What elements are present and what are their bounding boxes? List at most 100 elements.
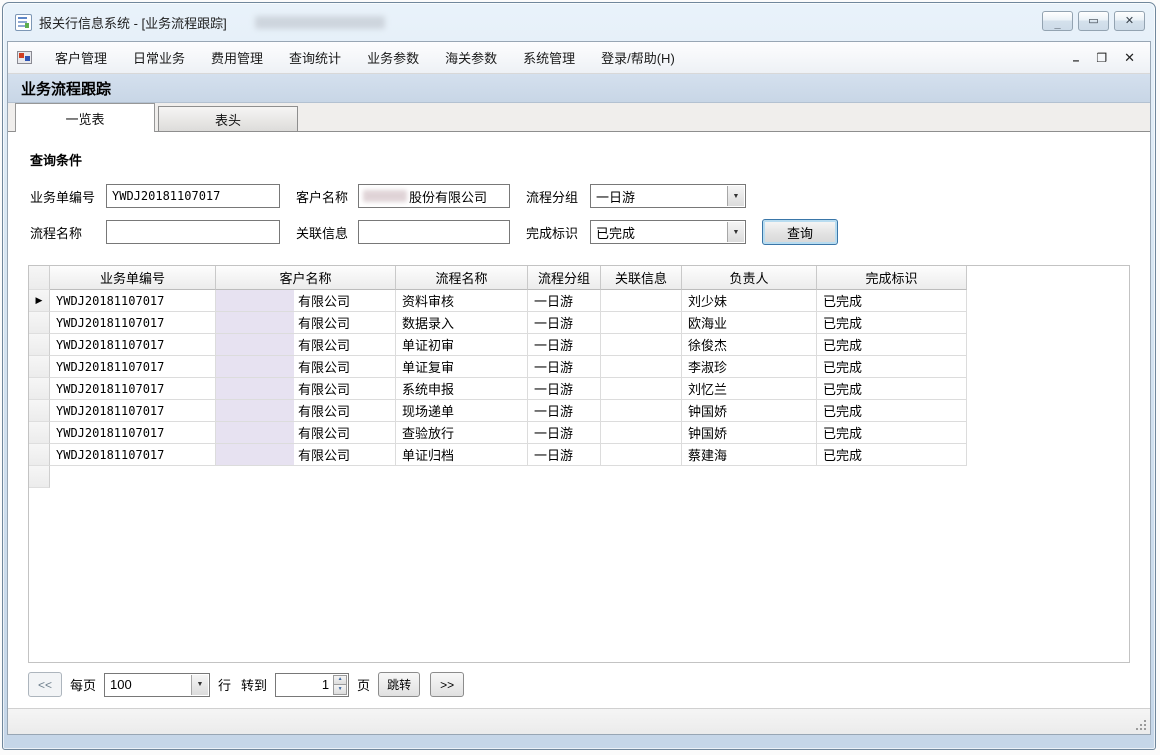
menu-items: 客户管理日常业务费用管理查询统计业务参数海关参数系统管理登录/帮助(H) (42, 46, 688, 70)
mdi-restore-button[interactable]: ❐ (1096, 52, 1107, 64)
complete-flag-label: 完成标识 (526, 223, 590, 242)
page-size-select[interactable]: 100 ▼ (104, 673, 210, 697)
query-button[interactable]: 查询 (762, 219, 838, 245)
complete-flag-select[interactable]: 已完成 ▼ (590, 220, 746, 244)
close-icon: ✕ (1125, 16, 1134, 27)
cell-owner: 刘少妹 (682, 290, 817, 312)
table-row[interactable]: YWDJ20181107017 有限公司 系统申报 一日游 刘忆兰 已完成 (29, 378, 1129, 400)
cell-group: 一日游 (528, 422, 601, 444)
cell-group: 一日游 (528, 334, 601, 356)
chevron-down-icon[interactable]: ▼ (191, 675, 208, 695)
column-header-business-no[interactable]: 业务单编号 (50, 266, 216, 290)
column-header-status[interactable]: 完成标识 (817, 266, 967, 290)
prev-page-button[interactable]: << (28, 672, 62, 697)
redacted-customer-name (216, 312, 294, 333)
page-number-input[interactable] (276, 674, 332, 696)
cell-customer: 有限公司 (216, 422, 396, 444)
column-header-group[interactable]: 流程分组 (528, 266, 601, 290)
menubar: 客户管理日常业务费用管理查询统计业务参数海关参数系统管理登录/帮助(H) – ❐… (8, 42, 1150, 74)
cell-group: 一日游 (528, 312, 601, 334)
cell-status: 已完成 (817, 444, 967, 466)
column-header-process[interactable]: 流程名称 (396, 266, 528, 290)
menu-item-4[interactable]: 业务参数 (354, 46, 432, 70)
customer-suffix: 有限公司 (298, 423, 350, 442)
table-row[interactable]: YWDJ20181107017 有限公司 查验放行 一日游 钟国娇 已完成 (29, 422, 1129, 444)
column-header-customer[interactable]: 客户名称 (216, 266, 396, 290)
cell-related (601, 400, 682, 422)
complete-flag-value: 已完成 (596, 223, 635, 242)
row-selector[interactable] (29, 466, 50, 488)
column-header-related[interactable]: 关联信息 (601, 266, 682, 290)
row-selector[interactable] (29, 356, 50, 378)
cell-status: 已完成 (817, 290, 967, 312)
row-selector[interactable] (29, 422, 50, 444)
menu-item-1[interactable]: 日常业务 (120, 46, 198, 70)
minimize-button[interactable]: _ (1042, 11, 1073, 31)
redacted-customer-name (216, 356, 294, 377)
cell-owner: 欧海业 (682, 312, 817, 334)
table-row[interactable]: YWDJ20181107017 有限公司 现场递单 一日游 钟国娇 已完成 (29, 400, 1129, 422)
chevron-down-icon[interactable]: ▼ (727, 186, 744, 206)
cell-related (601, 312, 682, 334)
related-info-input[interactable] (359, 221, 509, 243)
table-row[interactable]: YWDJ20181107017 有限公司 单证初审 一日游 徐俊杰 已完成 (29, 334, 1129, 356)
resize-grip-icon[interactable] (1144, 728, 1146, 730)
close-button[interactable]: ✕ (1114, 11, 1145, 31)
pagination-bar: << 每页 100 ▼ 行 转到 ▲ ▼ 页 跳转 >> (28, 672, 1130, 697)
column-header-owner[interactable]: 负责人 (682, 266, 817, 290)
menu-item-2[interactable]: 费用管理 (198, 46, 276, 70)
customer-name-input[interactable]: 股份有限公司 (358, 184, 510, 208)
row-selector[interactable] (29, 378, 50, 400)
cell-group: 一日游 (528, 444, 601, 466)
tab-header[interactable]: 表头 (158, 106, 298, 131)
cell-process: 系统申报 (396, 378, 528, 400)
cell-owner: 钟国娇 (682, 422, 817, 444)
related-info-field-box (358, 220, 510, 244)
grid-header-row: 业务单编号 客户名称 流程名称 流程分组 关联信息 负责人 完成标识 (29, 266, 1129, 290)
redacted-customer-name (216, 334, 294, 355)
process-group-select[interactable]: 一日游 ▼ (590, 184, 746, 208)
row-selector-current[interactable]: ▶ (29, 290, 50, 312)
row-selector[interactable] (29, 444, 50, 466)
menu-item-3[interactable]: 查询统计 (276, 46, 354, 70)
content-area: 查询条件 业务单编号 客户名称 股份有限公司 流程分组 一日游 ▼ 流程名称 (8, 132, 1150, 708)
mdi-child-icon[interactable] (17, 51, 32, 64)
cell-customer: 有限公司 (216, 334, 396, 356)
business-no-label: 业务单编号 (30, 187, 106, 206)
cell-status: 已完成 (817, 356, 967, 378)
jump-button[interactable]: 跳转 (378, 672, 420, 697)
table-row[interactable]: YWDJ20181107017 有限公司 单证复审 一日游 李淑珍 已完成 (29, 356, 1129, 378)
cell-business-no: YWDJ20181107017 (50, 334, 216, 356)
row-selector[interactable] (29, 334, 50, 356)
table-row[interactable]: YWDJ20181107017 有限公司 单证归档 一日游 蔡建海 已完成 (29, 444, 1129, 466)
cell-related (601, 444, 682, 466)
menu-item-6[interactable]: 系统管理 (510, 46, 588, 70)
row-selector[interactable] (29, 312, 50, 334)
next-page-button[interactable]: >> (430, 672, 464, 697)
cell-business-no: YWDJ20181107017 (50, 290, 216, 312)
customer-suffix: 有限公司 (298, 379, 350, 398)
table-row[interactable]: ▶ YWDJ20181107017 有限公司 资料审核 一日游 刘少妹 已完成 (29, 290, 1129, 312)
business-no-input[interactable] (107, 185, 279, 207)
cell-business-no: YWDJ20181107017 (50, 312, 216, 334)
tab-overview[interactable]: 一览表 (15, 103, 155, 132)
spin-down-icon[interactable]: ▼ (333, 685, 347, 695)
process-group-value: 一日游 (596, 187, 635, 206)
process-name-input[interactable] (107, 221, 279, 243)
menu-item-7[interactable]: 登录/帮助(H) (588, 46, 688, 70)
mdi-minimize-button[interactable]: – (1073, 54, 1080, 66)
redacted-customer-name (216, 378, 294, 399)
app-window: 报关行信息系统 - [业务流程跟踪] _ ▭ ✕ 客户管理日常业务费用管理查询统… (2, 2, 1156, 750)
menu-item-0[interactable]: 客户管理 (42, 46, 120, 70)
row-selector[interactable] (29, 400, 50, 422)
spin-up-icon[interactable]: ▲ (333, 675, 347, 686)
chevron-down-icon[interactable]: ▼ (727, 222, 744, 242)
cell-business-no: YWDJ20181107017 (50, 422, 216, 444)
table-row[interactable]: YWDJ20181107017 有限公司 数据录入 一日游 欧海业 已完成 (29, 312, 1129, 334)
query-row-1: 业务单编号 客户名称 股份有限公司 流程分组 一日游 ▼ (30, 183, 1130, 209)
restore-button[interactable]: ▭ (1078, 11, 1109, 31)
mdi-close-button[interactable]: ✕ (1124, 51, 1135, 64)
cell-related (601, 290, 682, 312)
menu-item-5[interactable]: 海关参数 (432, 46, 510, 70)
spinner: ▲ ▼ (333, 675, 347, 695)
